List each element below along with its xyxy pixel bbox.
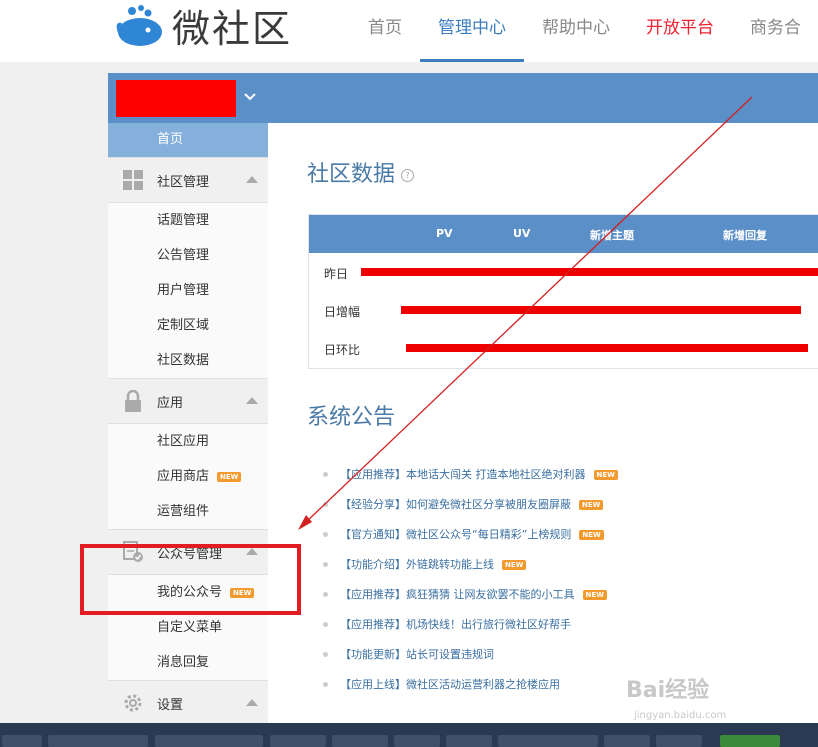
taskbar-browser-button[interactable]	[155, 735, 263, 747]
os-taskbar	[0, 723, 818, 747]
taskbar-app-button[interactable]	[270, 735, 326, 747]
taskbar-app-button[interactable]	[656, 735, 702, 747]
taskbar-folder-button[interactable]	[48, 735, 148, 747]
taskbar-mail-button[interactable]	[446, 735, 492, 747]
taskbar-chat-button[interactable]	[332, 735, 388, 747]
taskbar-app-button[interactable]	[604, 735, 650, 747]
annotation-arrow-icon	[298, 96, 753, 530]
taskbar-start-button[interactable]	[2, 735, 42, 747]
taskbar-window-button[interactable]	[498, 735, 598, 747]
taskbar-app-button[interactable]	[720, 735, 780, 747]
taskbar-editor-button[interactable]	[394, 735, 440, 747]
